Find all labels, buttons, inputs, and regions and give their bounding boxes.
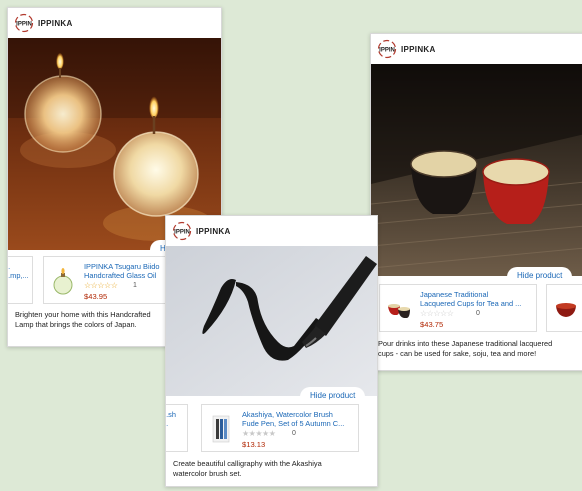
product-card-cups: IPPIN IPPINKA Hide product Japanese Trad… bbox=[370, 33, 582, 371]
glass-lamp-thumbnail bbox=[53, 268, 73, 295]
brand-name: IPPINKA bbox=[401, 44, 436, 54]
rating-stars: ☆☆☆☆☆ bbox=[84, 281, 118, 290]
product-description: Pour drinks into these Japanese traditio… bbox=[378, 339, 553, 358]
brush-set-thumbnail bbox=[212, 415, 230, 443]
calligraphy-image bbox=[166, 246, 377, 396]
product-price: $43.75 bbox=[420, 320, 444, 329]
rating-count: 1 bbox=[133, 282, 137, 289]
ippinka-logo-icon: IPPIN bbox=[377, 39, 397, 59]
lacquer-bowl-thumbnail bbox=[556, 303, 576, 317]
product-tile-prev[interactable]: ...sh ... bbox=[166, 404, 188, 452]
rating-count: 0 bbox=[292, 430, 296, 437]
cups-image bbox=[371, 64, 582, 276]
product-price: $13.13 bbox=[242, 440, 266, 449]
product-title[interactable]: Japanese Traditional Lacquered Cups for … bbox=[420, 290, 532, 308]
product-card-brush: IPPIN IPPINKA Hide product ...sh ... bbox=[165, 215, 378, 487]
product-strip: Japanese Traditional Lacquered Cups for … bbox=[371, 280, 582, 336]
product-tile[interactable]: Japanese Traditional Lacquered Cups for … bbox=[379, 284, 537, 332]
product-tile[interactable]: Akashiya, Watercolor Brush Fude Pen, Set… bbox=[201, 404, 359, 452]
ippinka-logo-icon: IPPIN bbox=[14, 13, 34, 33]
product-photo-calligraphy[interactable] bbox=[166, 246, 377, 396]
product-title: ...sh ... bbox=[166, 410, 176, 428]
product-description: Create beautiful calligraphy with the Ak… bbox=[173, 459, 322, 478]
product-tile-prev[interactable]: ... ...mp,... bbox=[8, 256, 33, 304]
product-strip: ...sh ... Akashiya, Watercolor Brush Fud… bbox=[166, 400, 377, 456]
card-header: IPPIN IPPINKA bbox=[371, 34, 582, 64]
product-title[interactable]: Akashiya, Watercolor Brush Fude Pen, Set… bbox=[242, 410, 354, 428]
svg-text:IPPIN: IPPIN bbox=[16, 22, 32, 28]
rating-stars: ★★★★★ bbox=[242, 429, 276, 438]
card-header: IPPIN IPPINKA bbox=[8, 8, 221, 38]
product-tile-next[interactable] bbox=[546, 284, 582, 332]
lacquer-cups-thumbnail bbox=[388, 304, 410, 318]
product-photo-cups[interactable] bbox=[371, 64, 582, 276]
svg-text:IPPIN: IPPIN bbox=[174, 230, 190, 236]
ippinka-logo-icon: IPPIN bbox=[172, 221, 192, 241]
card-header: IPPIN IPPINKA bbox=[166, 216, 377, 246]
svg-text:IPPIN: IPPIN bbox=[379, 48, 395, 54]
brand-name: IPPINKA bbox=[196, 226, 231, 236]
product-price: $43.95 bbox=[84, 292, 108, 301]
rating-count: 0 bbox=[476, 310, 480, 317]
product-title: ... ...mp,... bbox=[8, 262, 28, 280]
rating-stars: ☆☆☆☆☆ bbox=[420, 309, 454, 318]
brand-name: IPPINKA bbox=[38, 18, 73, 28]
